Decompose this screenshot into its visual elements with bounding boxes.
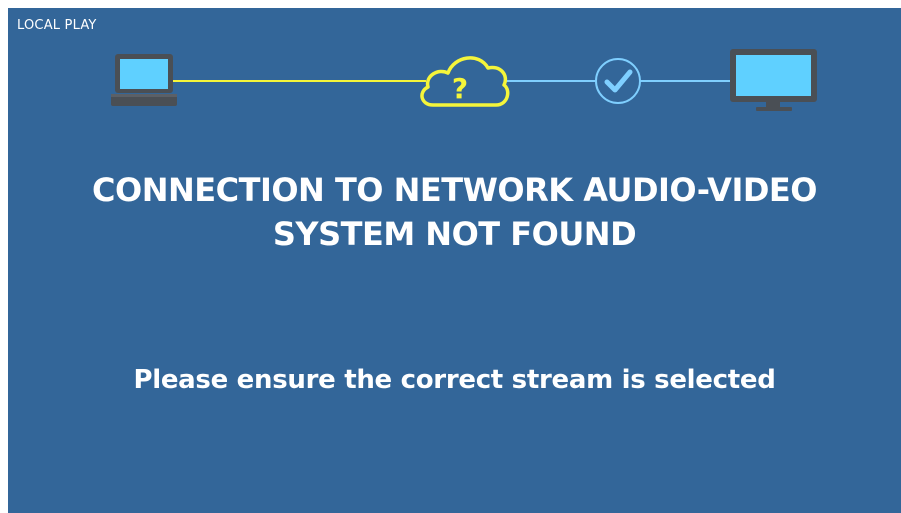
- cloud-question-icon: ?: [420, 56, 510, 107]
- cloud-question-glyph: ?: [452, 72, 468, 105]
- error-headline-line-2: SYSTEM NOT FOUND: [272, 215, 637, 253]
- stream-hint: Please ensure the correct stream is sele…: [133, 365, 776, 395]
- error-headline-line-1: CONNECTION TO NETWORK AUDIO-VIDEO: [92, 171, 817, 209]
- error-headline: CONNECTION TO NETWORK AUDIO-VIDEO SYSTEM…: [48, 168, 861, 256]
- connection-diagram: ?: [111, 49, 817, 111]
- monitor-icon: [730, 49, 817, 111]
- local-play-screen: LOCAL PLAY ? CONNECTION TO NETWORK AUDIO…: [8, 8, 901, 513]
- laptop-icon: [111, 54, 177, 106]
- checkmark-circle-icon: [595, 58, 641, 104]
